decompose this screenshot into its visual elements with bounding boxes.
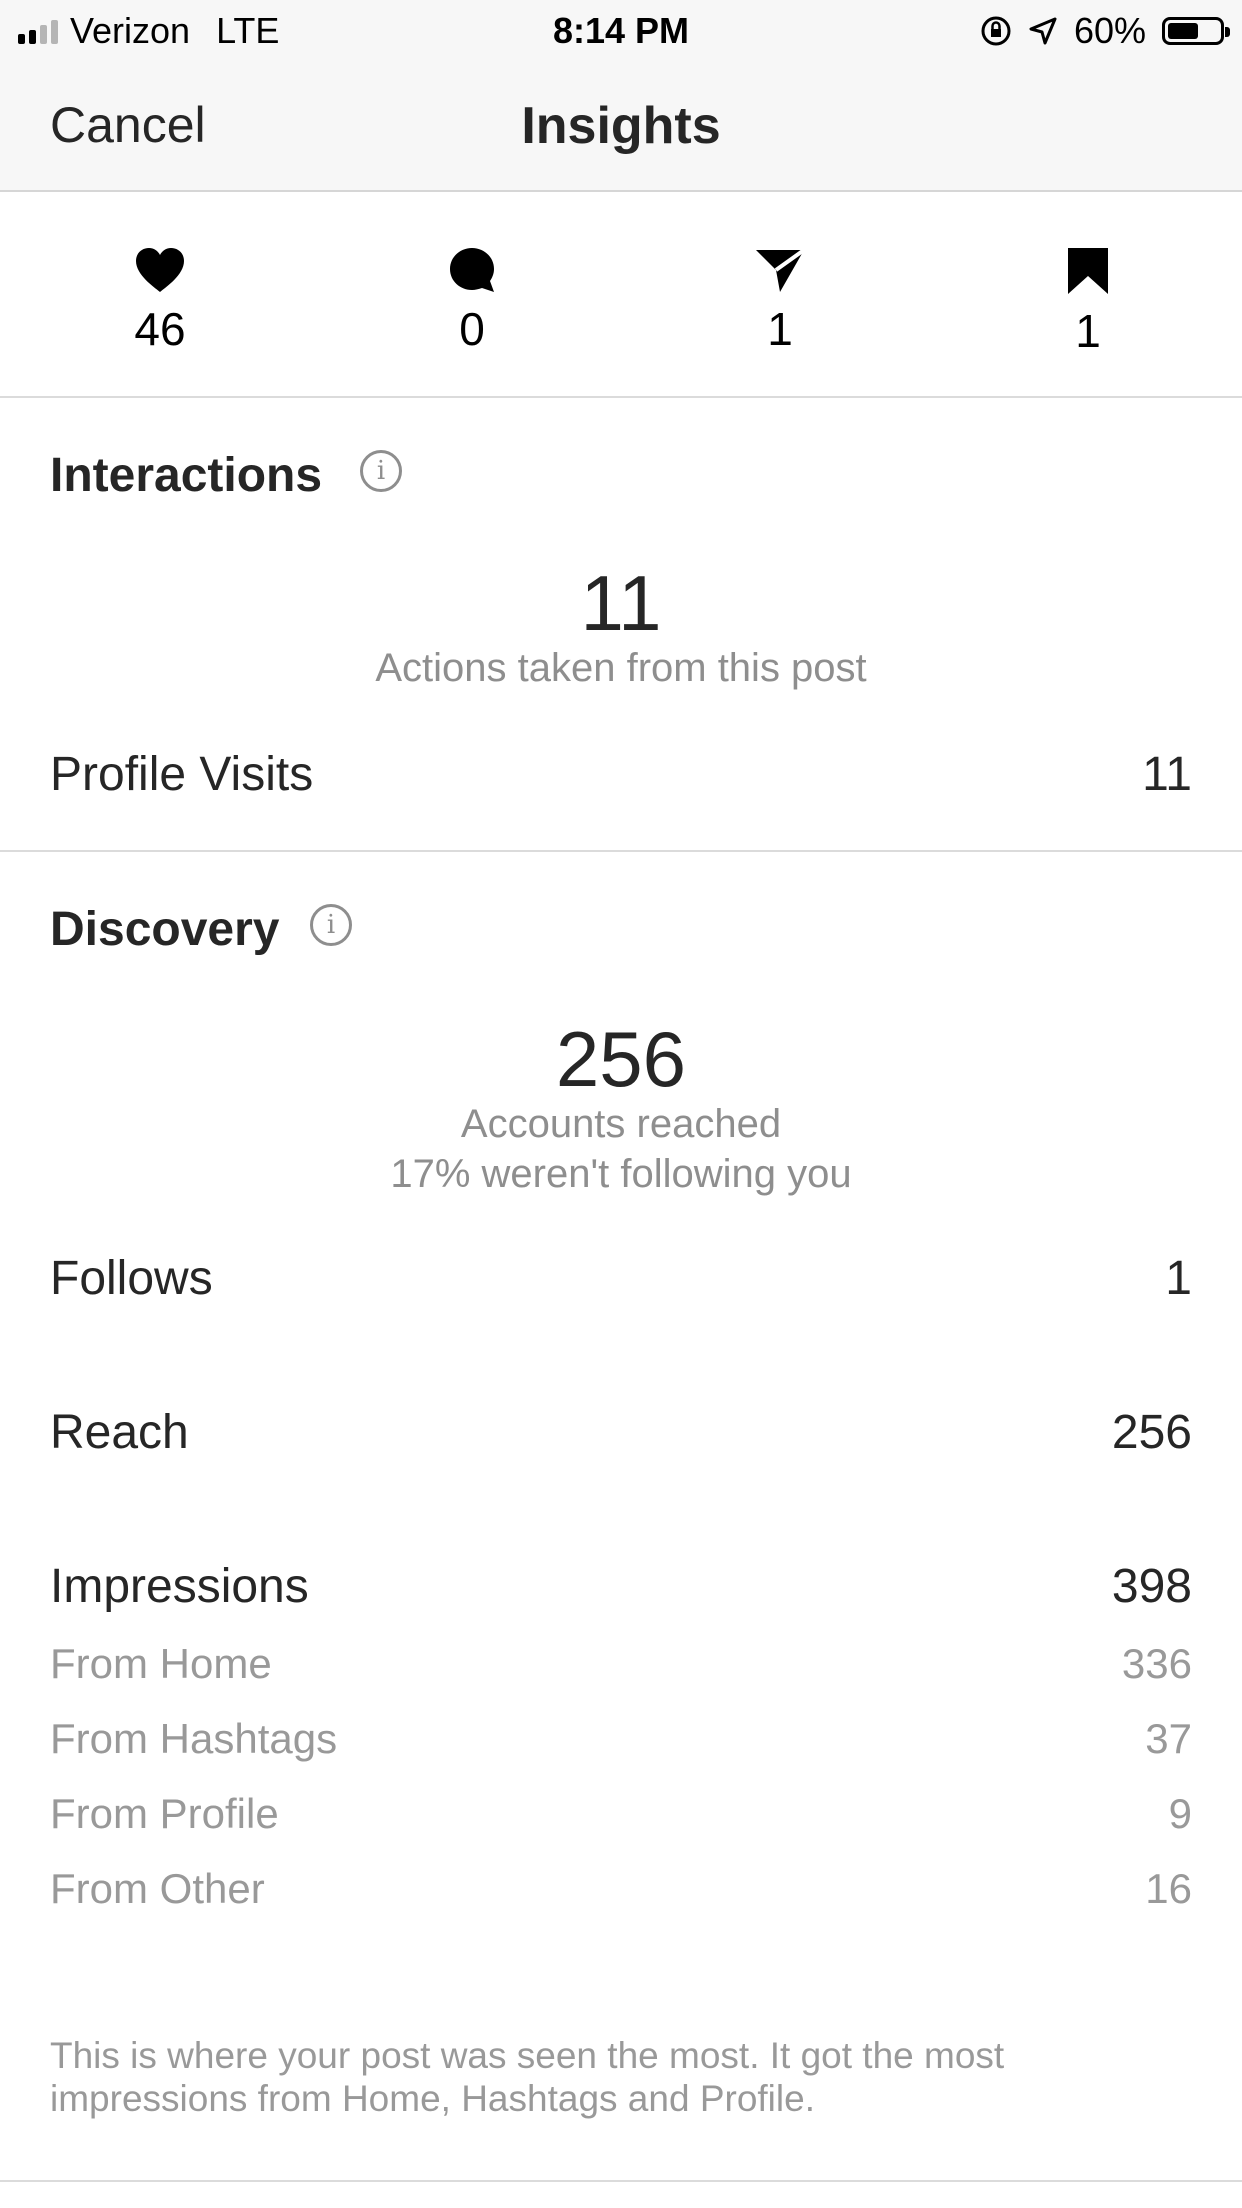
row-label: Reach: [50, 1405, 189, 1459]
interactions-info-icon[interactable]: i: [360, 450, 402, 492]
discovery-info-icon[interactable]: i: [310, 904, 352, 946]
post-stats-row: 46 0 1 1: [0, 192, 1242, 398]
row-label: From Hashtags: [50, 1715, 338, 1762]
rotation-lock-icon: [981, 16, 1011, 46]
saves-stat: 1: [988, 246, 1188, 358]
from-other-row: From Other 16: [50, 1861, 1192, 1917]
bookmark-icon: [1068, 248, 1108, 294]
row-value: 16: [1145, 1865, 1192, 1912]
row-label: Impressions: [50, 1559, 309, 1613]
status-bar: Verizon LTE 8:14 PM 60%: [0, 0, 1242, 60]
from-home-row: From Home 336: [50, 1636, 1192, 1692]
comment-icon: [450, 248, 494, 292]
row-value: 37: [1145, 1715, 1192, 1762]
interactions-caption: Actions taken from this post: [375, 646, 867, 690]
reach-row: Reach 256: [50, 1404, 1192, 1460]
from-hashtags-row: From Hashtags 37: [50, 1711, 1192, 1767]
row-label: From Profile: [50, 1790, 279, 1837]
shares-stat: 1: [680, 246, 880, 356]
shares-count: 1: [767, 303, 793, 355]
row-value: 9: [1168, 1790, 1192, 1837]
likes-stat: 46: [60, 246, 260, 356]
discovery-section: Discovery i 256 Accounts reached 17% wer…: [0, 852, 1242, 2182]
discovery-title: Discovery: [50, 903, 280, 956]
profile-visits-row: Profile Visits 11: [50, 746, 1192, 802]
comments-stat: 0: [372, 246, 572, 356]
interactions-title: Interactions: [50, 449, 323, 502]
row-value: 398: [1111, 1559, 1192, 1613]
row-value: 11: [1142, 747, 1192, 801]
section-divider: [0, 2180, 1242, 2182]
nav-bar: Cancel Insights: [0, 60, 1242, 192]
row-value: 336: [1121, 1640, 1192, 1687]
interactions-section: Interactions i 11 Actions taken from thi…: [0, 398, 1242, 852]
accounts-reached-total: 256: [555, 1015, 687, 1103]
saves-count: 1: [1075, 305, 1101, 357]
impressions-note: This is where your post was seen the mos…: [50, 2035, 1005, 2119]
page-title: Insights: [521, 97, 721, 155]
row-value: 256: [1111, 1405, 1192, 1459]
from-profile-row: From Profile 9: [50, 1786, 1192, 1842]
likes-count: 46: [134, 303, 186, 355]
not-following-caption: 17% weren't following you: [390, 1152, 852, 1196]
follows-row: Follows 1: [50, 1250, 1192, 1306]
heart-icon: [136, 248, 184, 292]
interactions-total: 11: [580, 559, 662, 647]
row-label: From Other: [50, 1865, 265, 1912]
share-icon: [756, 248, 806, 292]
row-label: Follows: [50, 1251, 213, 1305]
row-value: 1: [1165, 1251, 1192, 1305]
comments-count: 0: [459, 303, 485, 355]
battery-icon: [1162, 17, 1230, 45]
location-arrow-icon: [1029, 17, 1057, 45]
accounts-reached-caption: Accounts reached: [460, 1102, 782, 1146]
status-right: 60%: [980, 10, 1230, 52]
row-label: Profile Visits: [50, 747, 314, 801]
impressions-row: Impressions 398: [50, 1558, 1192, 1614]
battery-fill: [1168, 23, 1198, 39]
row-label: From Home: [50, 1640, 272, 1687]
battery-percent: 60%: [1073, 10, 1146, 51]
